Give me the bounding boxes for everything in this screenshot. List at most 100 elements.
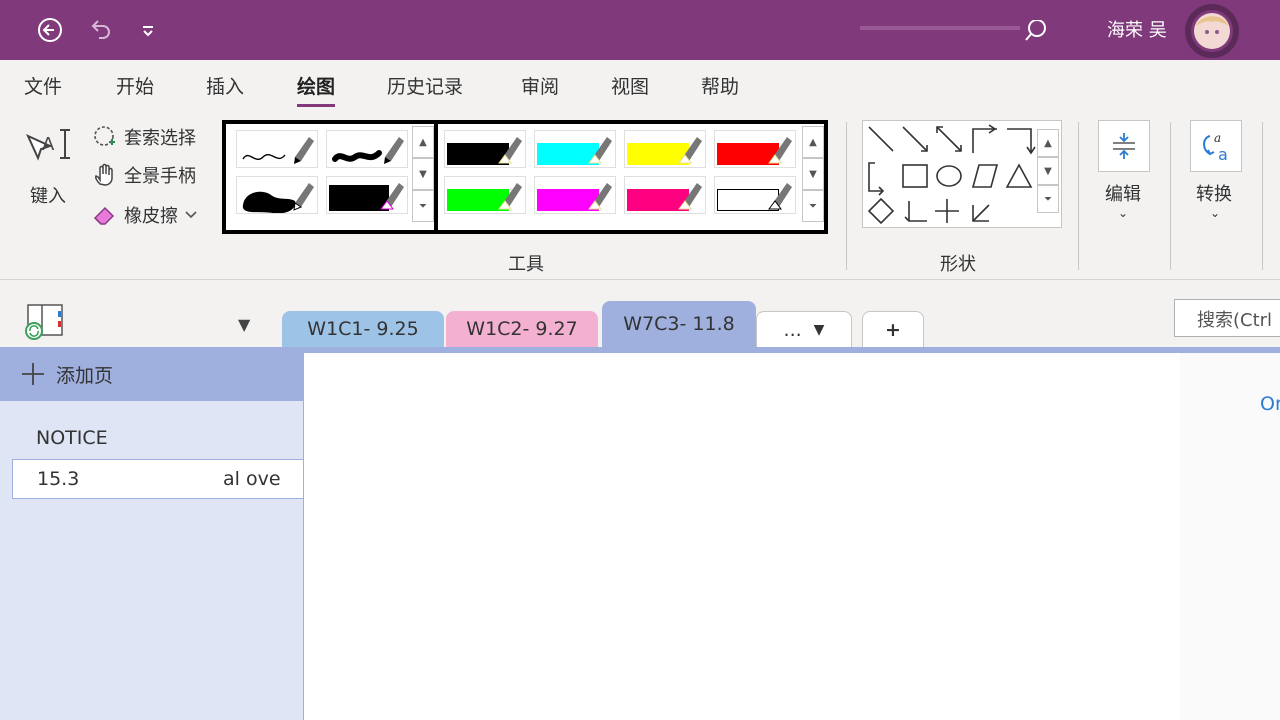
pen-tip-icon — [380, 183, 404, 210]
page-item[interactable]: 15.3 al ove — [12, 459, 304, 499]
parallelogram-icon — [971, 164, 999, 188]
section-tab-w7c3[interactable]: W7C3- 11.8 — [602, 301, 756, 347]
add-page-label: 添加页 — [56, 364, 114, 387]
tab-draw[interactable]: 绘图 — [297, 72, 336, 107]
note-canvas[interactable] — [304, 353, 1180, 720]
chevron-up-icon[interactable]: ▲ — [412, 126, 434, 158]
chevron-down-icon[interactable]: ⌄ — [1210, 206, 1220, 220]
group-divider — [1262, 122, 1263, 270]
search-input[interactable]: 搜索(Ctrl — [1174, 299, 1280, 337]
rectangle-icon — [902, 164, 928, 188]
lasso-icon — [94, 126, 115, 146]
highlighter-tip-icon — [498, 137, 522, 164]
gallery-more-icon[interactable]: ⏷ — [802, 190, 824, 222]
highlighter-swatch[interactable] — [624, 130, 706, 168]
edit-icon[interactable] — [1098, 120, 1150, 172]
tab-insert[interactable]: 插入 — [206, 72, 244, 99]
pen-gallery-scroll: ▲ ▼ ⏷ — [412, 126, 434, 222]
highlighter-tip-icon — [768, 183, 792, 210]
quick-access-icon[interactable] — [132, 14, 164, 46]
page-group-title[interactable]: NOTICE — [36, 427, 108, 449]
shapes-group-label: 形状 — [940, 254, 976, 275]
triangle-icon — [1005, 163, 1033, 188]
user-name[interactable]: 海荣 吴 — [1107, 16, 1167, 42]
tab-home[interactable]: 开始 — [116, 72, 154, 99]
highlighter-tip-icon — [498, 183, 522, 210]
chevron-up-icon[interactable]: ▲ — [1037, 129, 1059, 157]
highlighter-tip-icon — [588, 183, 612, 210]
eraser-button[interactable]: 橡皮擦 — [92, 202, 198, 228]
pen-tip-icon — [294, 137, 314, 164]
pen-thick[interactable] — [326, 130, 408, 168]
chevron-down-icon[interactable]: ▼ — [802, 158, 824, 190]
highlighter-swatch[interactable] — [714, 130, 796, 168]
highlighter-swatch[interactable] — [714, 176, 796, 214]
convert-label[interactable]: 转换 — [1196, 180, 1232, 206]
back-icon[interactable] — [34, 14, 66, 46]
section-tab-label: W1C1- 9.25 — [307, 318, 419, 340]
pen-gallery: ▲ ▼ ⏷ — [222, 120, 438, 234]
more-sections-label: ... — [783, 318, 802, 341]
gallery-more-icon[interactable]: ⏷ — [412, 190, 434, 222]
ribbon-tabs: 文件 开始 插入 绘图 历史记录 审阅 视图 帮助 — [0, 60, 1280, 108]
add-section-label: + — [885, 318, 901, 341]
draw-ribbon: A 键入 套索选择 全景手柄 橡皮擦 ▲ ▼ ⏷ ▲ ▼ ⏷ 工具 ▲ ▼ ⏷ … — [0, 108, 1280, 280]
pen-thin[interactable] — [236, 130, 318, 168]
gallery-more-icon[interactable]: ⏷ — [1037, 185, 1059, 213]
type-label[interactable]: 键入 — [30, 182, 66, 208]
search-bar[interactable] — [860, 19, 1050, 41]
diamond-icon — [867, 197, 895, 225]
highlighter-gallery: ▲ ▼ ⏷ — [434, 120, 828, 234]
tab-help[interactable]: 帮助 — [701, 72, 739, 99]
highlighter-swatch[interactable] — [444, 176, 526, 214]
highlighter-swatch[interactable] — [624, 176, 706, 214]
chevron-down-icon: ▼ — [813, 321, 825, 338]
svg-text:A: A — [42, 134, 55, 155]
tools-group-label: 工具 — [508, 254, 544, 275]
shapes-gallery-scroll: ▲ ▼ ⏷ — [1037, 129, 1059, 213]
eraser-label: 橡皮擦 — [124, 206, 178, 227]
tab-history[interactable]: 历史记录 — [387, 72, 463, 99]
more-sections-button[interactable]: ... ▼ — [756, 311, 852, 347]
group-divider — [1170, 122, 1171, 270]
pen-brush[interactable] — [236, 176, 318, 214]
section-tab-w1c1[interactable]: W1C1- 9.25 — [282, 311, 444, 347]
pan-hand-button[interactable]: 全景手柄 — [92, 162, 196, 188]
group-divider — [846, 122, 847, 270]
chevron-down-icon[interactable]: ⌄ — [1118, 206, 1128, 220]
section-tab-w1c2[interactable]: W1C2- 9.27 — [446, 311, 598, 347]
notebook-sync-icon[interactable] — [22, 301, 68, 341]
convert-icon[interactable]: aa — [1190, 120, 1242, 172]
lasso-select-label: 套索选择 — [124, 128, 196, 149]
highlighter-gallery-scroll: ▲ ▼ ⏷ — [802, 126, 824, 222]
search-icon — [1028, 19, 1046, 37]
tab-review[interactable]: 审阅 — [521, 72, 559, 99]
avatar[interactable] — [1176, 4, 1246, 58]
tab-view[interactable]: 视图 — [611, 72, 649, 99]
chevron-down-icon[interactable]: ▼ — [412, 158, 434, 190]
undo-icon[interactable] — [84, 14, 116, 46]
tab-file[interactable]: 文件 — [24, 72, 62, 99]
section-tab-label: W7C3- 11.8 — [623, 313, 735, 335]
lasso-select-button[interactable]: 套索选择 — [92, 124, 196, 150]
title-bar: 海荣 吴 — [0, 0, 1280, 60]
edit-label[interactable]: 编辑 — [1105, 180, 1141, 206]
ellipse-icon — [936, 165, 962, 187]
canvas-text-fragment[interactable]: Or — [1260, 393, 1280, 415]
page-item-label: 15.3 — [37, 468, 80, 490]
plus-icon — [22, 363, 44, 385]
add-section-button[interactable]: + — [862, 311, 924, 347]
pen-tip-icon — [384, 137, 404, 164]
notebook-dropdown-icon[interactable]: ▼ — [238, 315, 250, 334]
chevron-down-icon[interactable]: ▼ — [1037, 157, 1059, 185]
highlighter-swatch[interactable] — [534, 176, 616, 214]
add-page-button[interactable]: 添加页 — [0, 347, 304, 401]
highlighter-tip-icon — [678, 137, 702, 164]
highlighter-swatch[interactable] — [444, 130, 526, 168]
chevron-up-icon[interactable]: ▲ — [802, 126, 824, 158]
section-tab-label: W1C2- 9.27 — [466, 318, 578, 340]
type-icon[interactable]: A — [22, 124, 78, 180]
pen-marker[interactable] — [326, 176, 408, 214]
highlighter-tip-icon — [678, 183, 702, 210]
highlighter-swatch[interactable] — [534, 130, 616, 168]
